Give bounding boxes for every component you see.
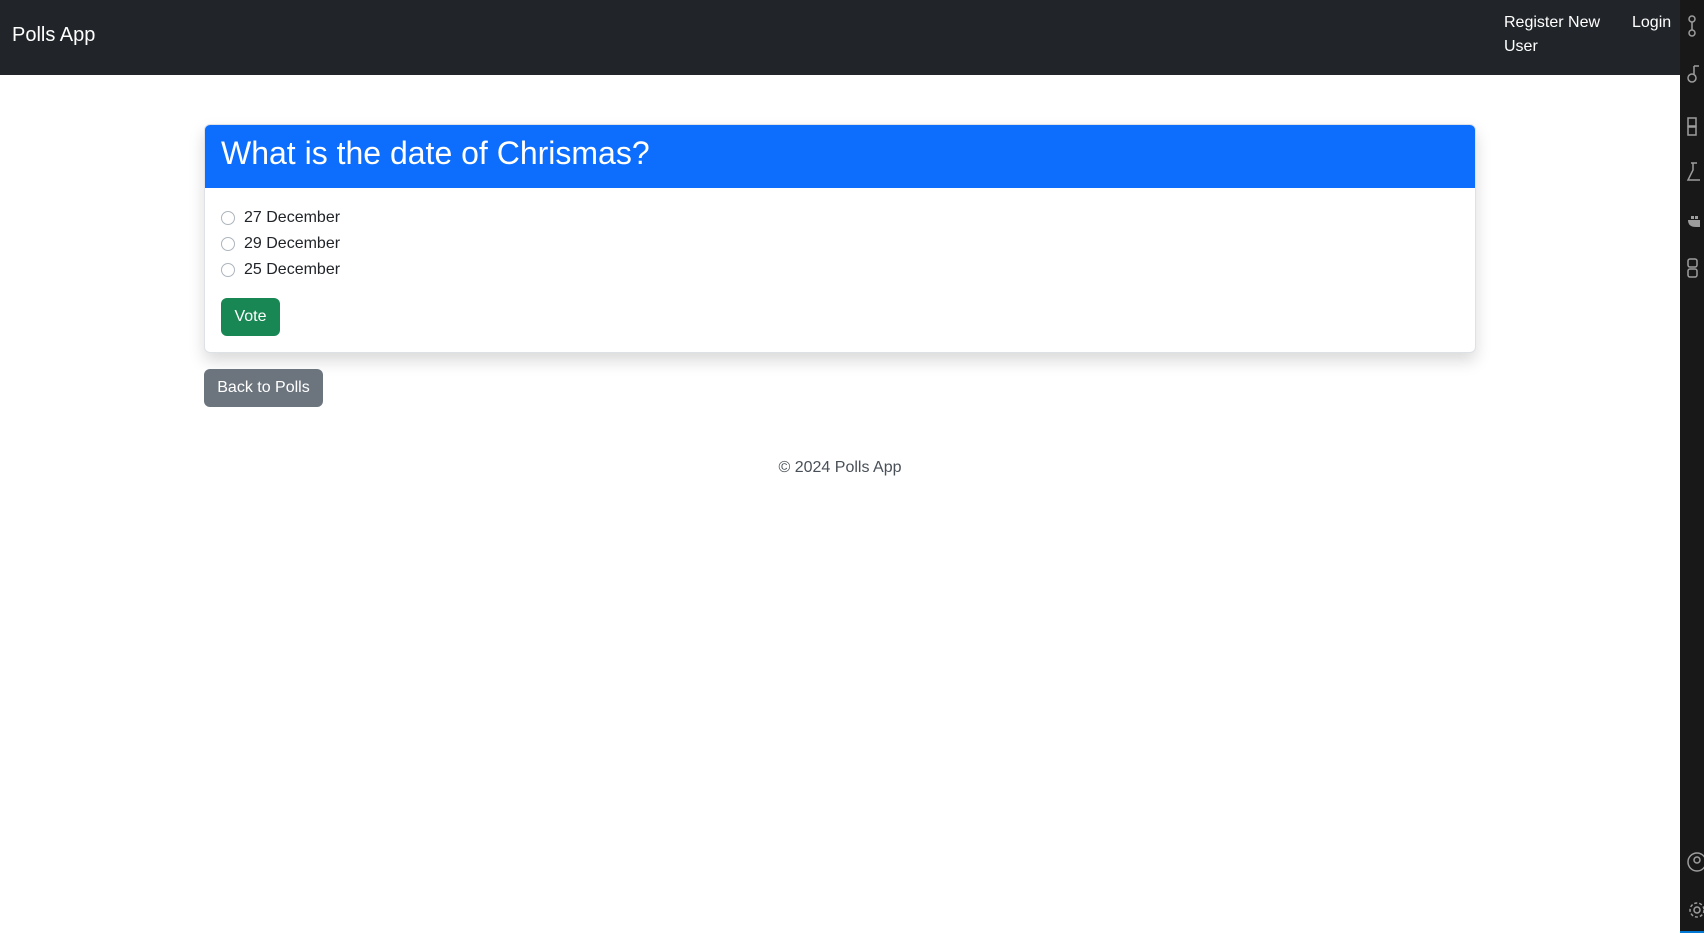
browser-viewport: Polls App Register New User Login What i… — [0, 0, 1680, 933]
choice-radio[interactable] — [221, 263, 235, 277]
brand-link[interactable]: Polls App — [12, 23, 95, 47]
choice-option[interactable]: 25 December — [221, 258, 340, 282]
choice-option[interactable]: 27 December — [221, 206, 340, 230]
vote-button[interactable]: Vote — [221, 298, 280, 336]
remote-explorer-icon[interactable] — [1686, 256, 1704, 278]
poll-card: What is the date of Chrismas? 27 Decembe… — [204, 124, 1476, 353]
settings-gear-icon[interactable] — [1686, 898, 1704, 920]
choice-label: 29 December — [244, 235, 341, 252]
docker-icon[interactable] — [1686, 208, 1704, 230]
account-icon[interactable] — [1686, 850, 1704, 872]
navbar: Polls App Register New User Login — [0, 0, 1680, 75]
poll-question: What is the date of Chrismas? — [221, 135, 650, 171]
register-link[interactable]: Register New User — [1504, 11, 1616, 59]
extensions-icon[interactable] — [1686, 114, 1704, 136]
back-to-polls-button[interactable]: Back to Polls — [204, 369, 323, 407]
testing-icon[interactable] — [1686, 160, 1704, 182]
activity-bar — [1680, 0, 1704, 933]
page: Polls App Register New User Login What i… — [0, 0, 1704, 933]
choice-label: 25 December — [244, 261, 341, 278]
poll-card-header: What is the date of Chrismas? — [205, 125, 1475, 188]
debug-icon[interactable] — [1686, 62, 1704, 84]
choice-radio[interactable] — [221, 237, 235, 251]
choice-radio[interactable] — [221, 211, 235, 225]
login-link[interactable]: Login — [1632, 11, 1671, 35]
choice-label: 27 December — [244, 209, 341, 226]
source-control-icon[interactable] — [1686, 14, 1704, 37]
footer: © 2024 Polls App — [778, 459, 902, 476]
choice-option[interactable]: 29 December — [221, 232, 340, 256]
